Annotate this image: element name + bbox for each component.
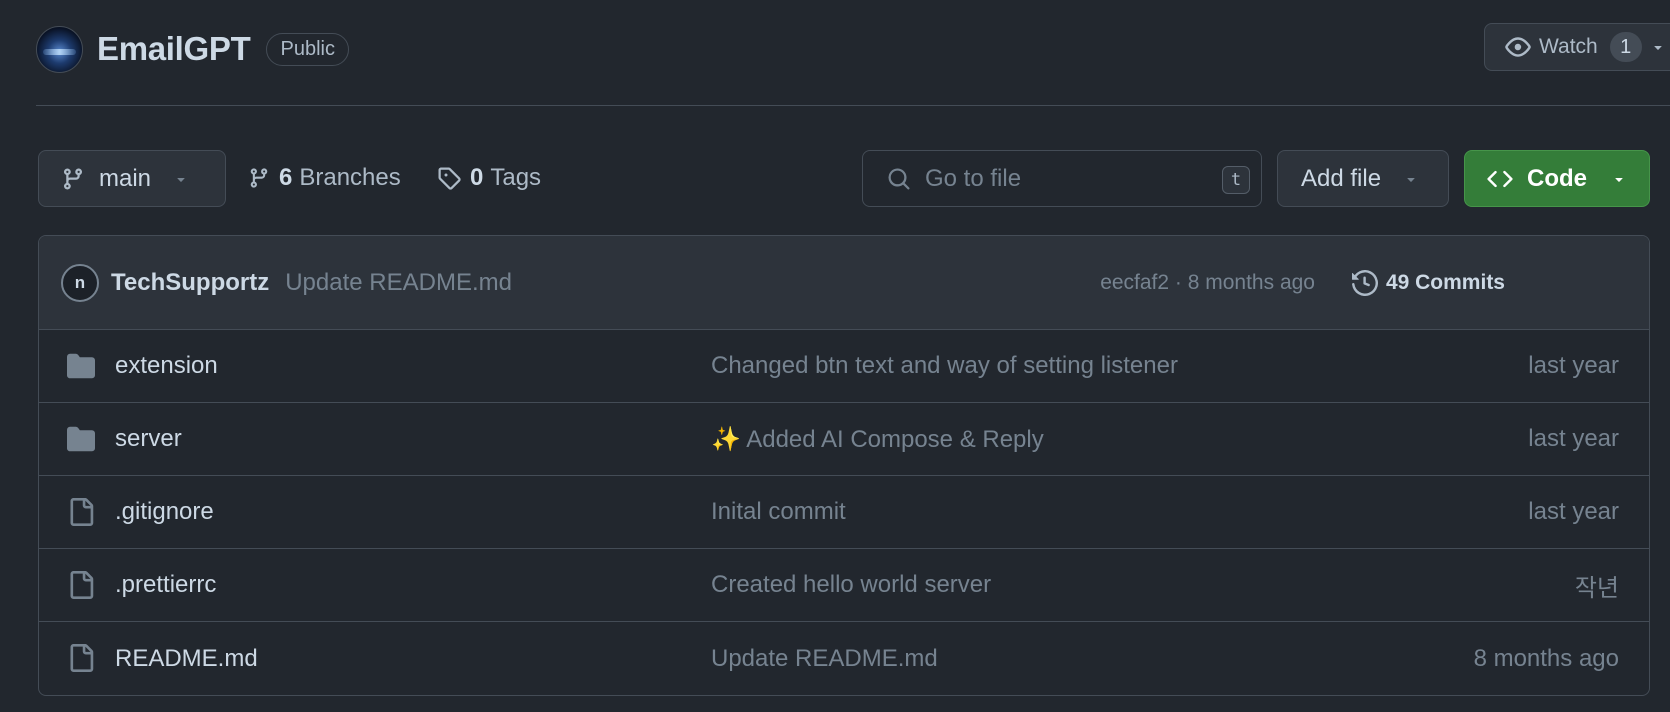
branches-count: 6 [279,164,293,191]
tag-icon [437,166,461,190]
commit-author-avatar[interactable]: n [61,263,99,302]
file-commit-message[interactable]: ✨ Added AI Compose & Reply [711,425,1044,454]
file-browser: n TechSupportz Update README.md eecfaf2 … [38,235,1650,696]
tags-link[interactable]: 0 Tags [437,160,541,196]
repo-owner-avatar[interactable] [36,25,83,73]
file-commit-date: 작년 [1574,574,1619,602]
code-button[interactable]: Code [1464,150,1650,207]
chevron-down-icon [1403,171,1419,187]
branch-name: main [99,164,152,192]
file-row[interactable]: server ✨ Added AI Compose & Reply last y… [39,403,1649,476]
repo-header: EmailGPT Public [36,24,349,74]
chevron-down-icon [1611,171,1627,187]
commits-count-label: 49 Commits [1385,270,1505,294]
file-icon [67,571,95,599]
add-file-button[interactable]: Add file [1277,150,1449,207]
file-name[interactable]: README.md [115,645,258,673]
eye-icon [1505,34,1531,60]
file-row[interactable]: .gitignore Inital commit last year [39,476,1649,549]
file-name[interactable]: .prettierrc [115,571,216,599]
file-commit-date: last year [1528,425,1619,452]
tags-count: 0 [470,164,484,191]
keyboard-shortcut-hint: t [1222,166,1250,194]
commit-author[interactable]: TechSupportz [111,269,269,297]
file-row[interactable]: extension Changed btn text and way of se… [39,330,1649,403]
visibility-badge: Public [266,32,349,66]
folder-icon [67,352,95,380]
branches-link[interactable]: 6 Branches [248,160,401,196]
file-icon [67,498,95,526]
repo-name[interactable]: EmailGPT [97,30,251,68]
latest-commit-bar: n TechSupportz Update README.md eecfaf2 … [39,236,1649,330]
add-file-label: Add file [1301,164,1382,192]
file-commit-message[interactable]: Created hello world server [711,571,991,599]
file-commit-message[interactable]: Inital commit [711,498,846,526]
git-branch-icon [248,167,270,189]
file-commit-date: last year [1528,352,1619,379]
commits-history-link[interactable]: 49 Commits [1351,269,1505,296]
commit-hash-and-time[interactable]: eecfaf2 · 8 months ago [1100,271,1315,295]
file-name[interactable]: extension [115,352,218,380]
go-to-file-input[interactable] [925,164,1205,193]
go-to-file-search[interactable]: t [862,150,1262,207]
chevron-down-icon [173,171,189,187]
file-icon [67,644,95,672]
file-name[interactable]: .gitignore [115,498,214,526]
chevron-down-icon[interactable] [1650,39,1666,55]
header-divider [36,105,1670,106]
commit-message[interactable]: Update README.md [285,269,512,297]
file-name[interactable]: server [115,425,182,453]
tags-label: Tags [490,164,542,191]
file-row[interactable]: .prettierrc Created hello world server 작… [39,549,1649,622]
code-label: Code [1527,164,1587,192]
watch-count: 1 [1609,32,1642,62]
file-commit-date: 8 months ago [1473,644,1619,672]
watch-label: Watch [1539,35,1598,58]
file-commit-message[interactable]: Update README.md [711,645,938,673]
file-commit-message[interactable]: Changed btn text and way of setting list… [711,352,1178,380]
search-icon [887,167,911,191]
folder-icon [67,425,95,453]
file-commit-date: last year [1528,498,1619,525]
git-branch-icon [61,167,85,191]
code-icon [1487,166,1513,192]
branches-label: Branches [299,164,401,191]
file-row[interactable]: README.md Update README.md 8 months ago [39,622,1649,695]
watch-button[interactable]: Watch 1 [1484,23,1670,71]
branch-selector-button[interactable]: main [38,150,226,207]
history-icon [1351,269,1378,296]
